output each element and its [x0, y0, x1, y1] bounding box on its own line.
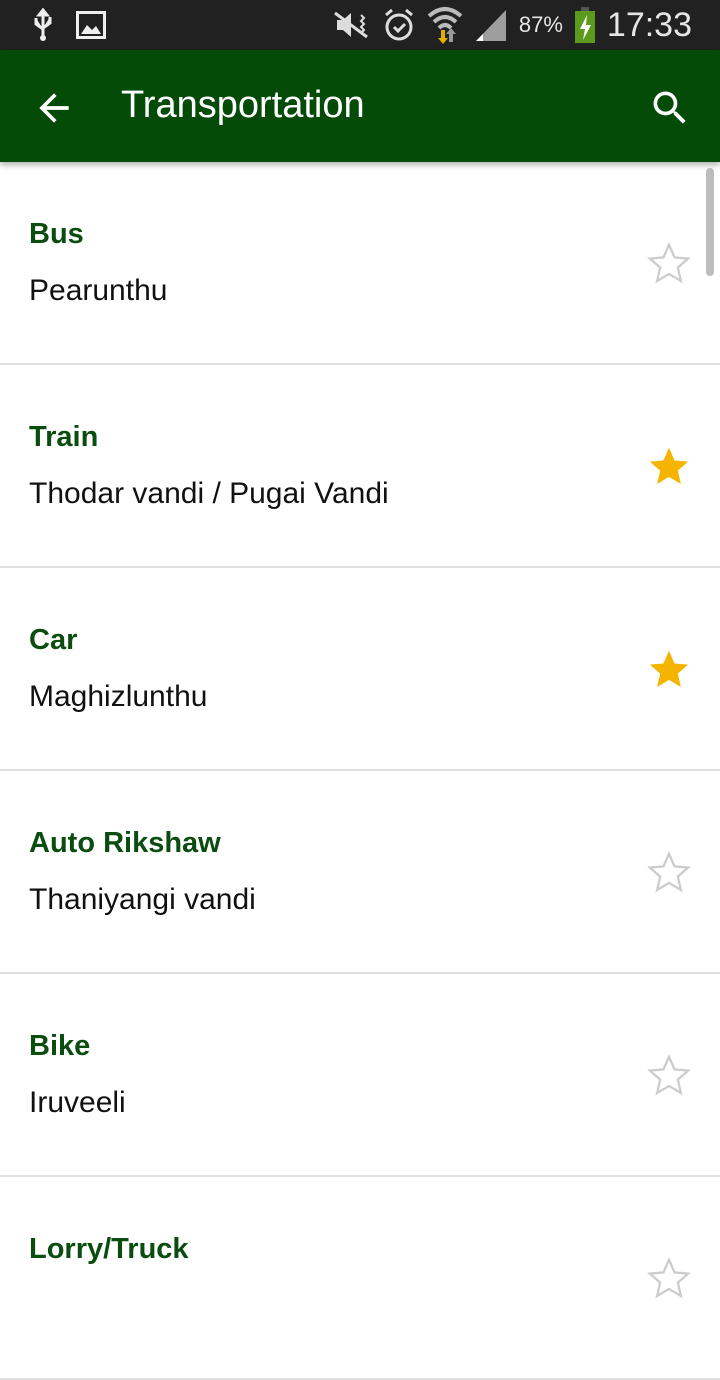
star-filled-icon[interactable]	[646, 646, 692, 692]
arrow-back-icon[interactable]	[32, 86, 76, 130]
item-name: Bus	[29, 218, 84, 250]
clock: 17:33	[606, 5, 692, 44]
item-name: Bike	[29, 1030, 91, 1062]
scrollbar[interactable]	[706, 168, 714, 276]
search-icon[interactable]	[648, 86, 692, 130]
battery-percent: 87%	[518, 12, 563, 37]
page-title: Transportation	[121, 84, 365, 126]
status-bar: 87% 17:33	[0, 0, 720, 50]
item-translation: Thaniyangi vandi	[29, 883, 256, 916]
item-translation: Pearunthu	[29, 274, 168, 307]
star-outline-icon[interactable]	[646, 1255, 692, 1301]
app-bar: Transportation	[0, 50, 720, 162]
wifi-icon	[427, 7, 463, 44]
star-outline-icon[interactable]	[646, 240, 692, 286]
item-name: Auto Rikshaw	[29, 827, 221, 859]
alarm-icon	[384, 8, 413, 41]
item-translation: Maghizlunthu	[29, 680, 208, 713]
list-item[interactable]: Auto Rikshaw Thaniyangi vandi	[0, 771, 720, 974]
battery-charging-icon	[574, 7, 595, 43]
list-item[interactable]: Lorry/Truck	[0, 1177, 720, 1380]
item-name: Train	[29, 421, 99, 453]
item-translation: Iruveeli	[29, 1086, 126, 1119]
item-name: Lorry/Truck	[29, 1233, 189, 1265]
image-icon	[76, 11, 106, 39]
mute-icon	[333, 11, 368, 39]
item-translation: Thodar vandi / Pugai Vandi	[29, 477, 389, 510]
item-name: Car	[29, 624, 78, 656]
star-outline-icon[interactable]	[646, 1052, 692, 1098]
usb-icon	[34, 8, 52, 41]
signal-icon	[475, 10, 506, 41]
list-item[interactable]: Train Thodar vandi / Pugai Vandi	[0, 365, 720, 568]
list-item[interactable]: Bike Iruveeli	[0, 974, 720, 1177]
star-filled-icon[interactable]	[646, 443, 692, 489]
list-item[interactable]: Bus Pearunthu	[0, 162, 720, 365]
list-item[interactable]: Car Maghizlunthu	[0, 568, 720, 771]
transport-list: Bus Pearunthu Train Thodar vandi / Pugai…	[0, 162, 720, 1380]
star-outline-icon[interactable]	[646, 849, 692, 895]
